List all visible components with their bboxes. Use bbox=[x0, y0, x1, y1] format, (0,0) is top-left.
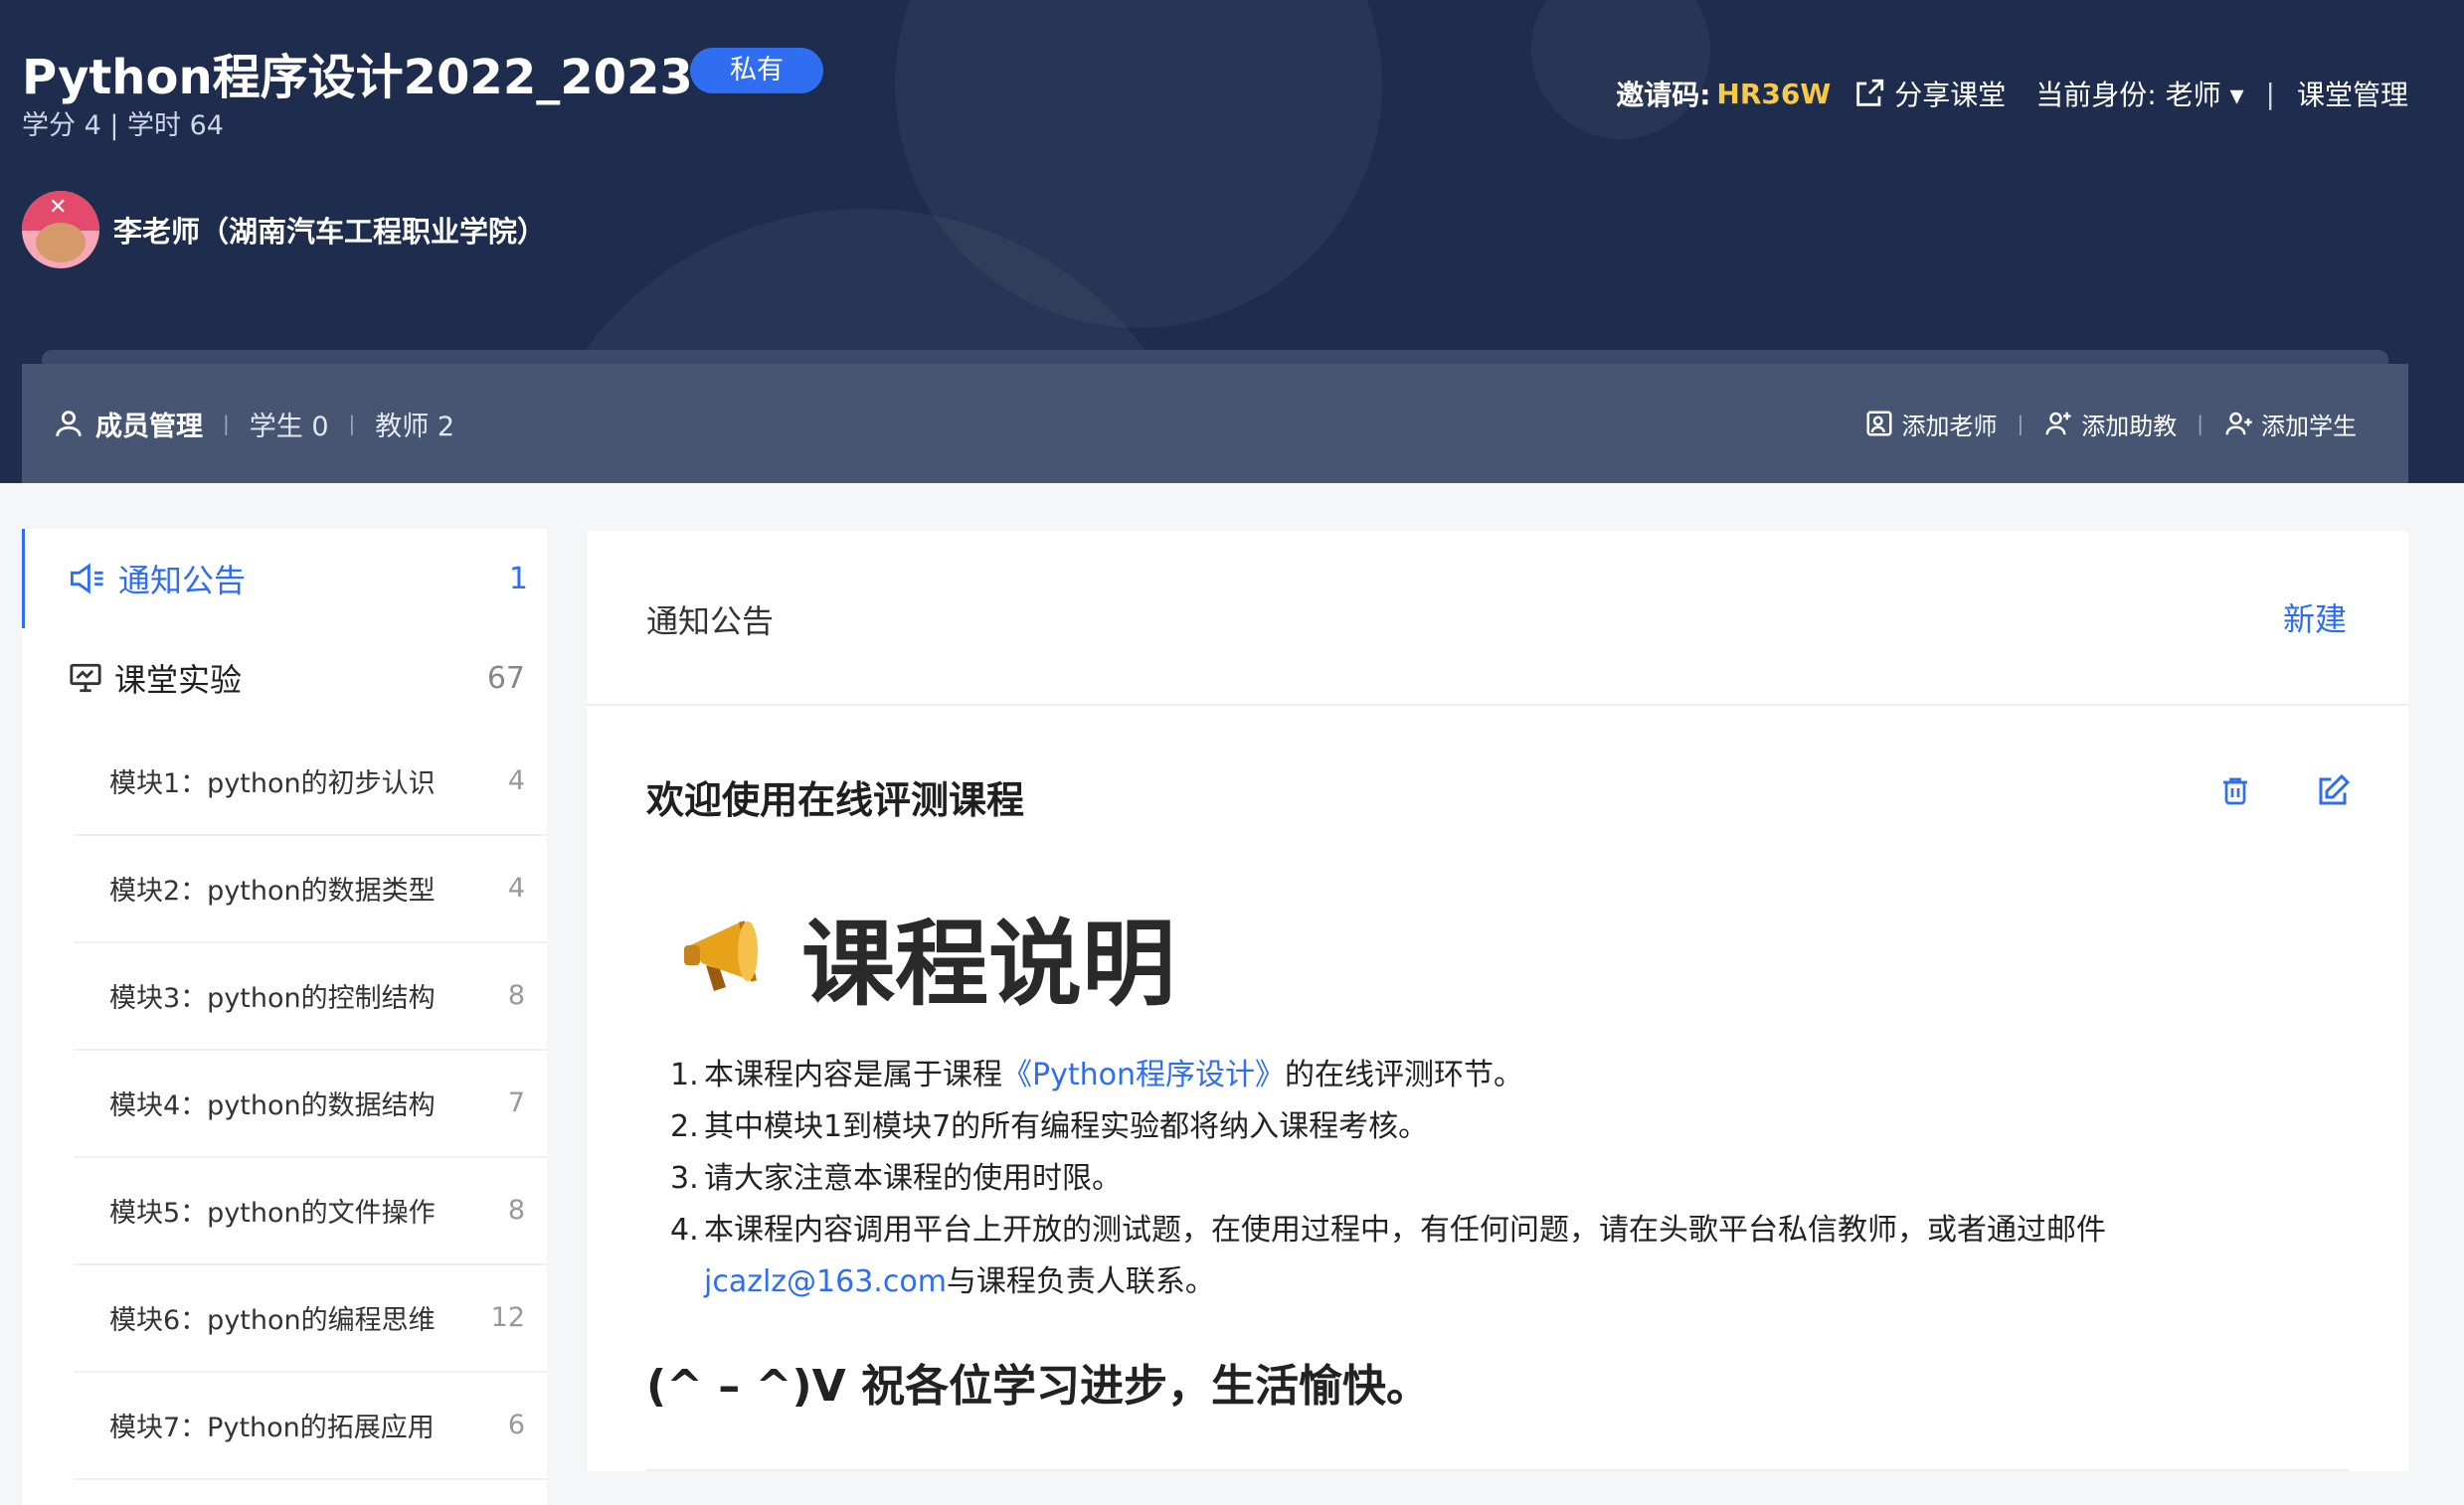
sidebar-module-5[interactable]: 模块5：python的文件操作 8 bbox=[74, 1157, 547, 1265]
share-label: 分享课堂 bbox=[1894, 79, 2007, 111]
class-manage-link[interactable]: 课堂管理 bbox=[2297, 74, 2408, 113]
module-label: 模块3：python的控制结构 bbox=[109, 983, 436, 1014]
megaphone-icon bbox=[71, 563, 103, 594]
add-assistant-icon bbox=[2045, 412, 2071, 435]
role-dropdown[interactable]: 当前身份: 老师 ▾ bbox=[2035, 74, 2243, 113]
list-text: 本课程内容调用平台上开放的测试题，在使用过程中，有任何问题，请在头歌平台私信教师… bbox=[704, 1213, 2106, 1248]
sidebar-module-4[interactable]: 模块4：python的数据结构 7 bbox=[74, 1050, 547, 1158]
sidebar-item-count: 1 bbox=[508, 561, 528, 596]
teacher-name: 李老师（湖南汽车工程职业学院） bbox=[113, 215, 547, 249]
sidebar-module-3[interactable]: 模块3：python的控制结构 8 bbox=[74, 942, 547, 1051]
module-count: 6 bbox=[507, 1410, 525, 1440]
module-label: 模块7：Python的拓展应用 bbox=[109, 1413, 435, 1443]
add-assistant-button[interactable]: 添加助教 bbox=[2043, 407, 2177, 441]
list-item: 4. 本课程内容调用平台上开放的测试题，在使用过程中，有任何问题，请在头歌平台私… bbox=[670, 1205, 2321, 1308]
divider: | bbox=[348, 412, 356, 435]
module-label: 模块1：python的初步认识 bbox=[109, 768, 436, 799]
heading-text: 课程说明 bbox=[801, 911, 1176, 1019]
panel-title: 通知公告 bbox=[646, 602, 775, 640]
module-count: 8 bbox=[507, 1195, 525, 1226]
sidebar-module-6[interactable]: 模块6：python的编程思维 12 bbox=[74, 1264, 547, 1373]
announcement-panel: 通知公告 新建 欢迎使用在线评测课程 课程说明 1. 本课程内容是属于课程《Py… bbox=[587, 531, 2408, 1471]
add-teacher-icon bbox=[1866, 411, 1891, 436]
list-item: 2. 其中模块1到模块7的所有编程实验都将纳入课程考核。 bbox=[670, 1101, 2321, 1153]
megaphone-icon bbox=[684, 920, 758, 991]
course-meta: 学分 4 | 学时 64 bbox=[22, 110, 224, 141]
avatar[interactable]: ✕ bbox=[22, 191, 99, 268]
add-student-button[interactable]: 添加学生 bbox=[2223, 407, 2357, 441]
new-announcement-button[interactable]: 新建 bbox=[2283, 594, 2347, 640]
sidebar: 通知公告 1 课堂实验 67 模块1：python的初步认识 4 模块2：pyt… bbox=[22, 529, 547, 1505]
module-count: 4 bbox=[507, 873, 525, 904]
sidebar-item-announcements[interactable]: 通知公告 1 bbox=[22, 529, 550, 628]
divider: | bbox=[223, 412, 230, 435]
invite-label: 邀请码: bbox=[1616, 79, 1711, 111]
list-text: 其中模块1到模块7的所有编程实验都将纳入课程考核。 bbox=[704, 1109, 1429, 1144]
course-title: Python程序设计2022_2023 bbox=[22, 50, 693, 105]
sidebar-module-1[interactable]: 模块1：python的初步认识 4 bbox=[74, 728, 547, 836]
list-number: 4. bbox=[670, 1213, 699, 1248]
trash-icon[interactable] bbox=[2217, 773, 2253, 809]
module-count: 7 bbox=[507, 1087, 525, 1118]
module-count: 8 bbox=[507, 980, 525, 1011]
panel-header: 通知公告 新建 bbox=[587, 531, 2408, 706]
list-text: 请大家注意本课程的使用时限。 bbox=[704, 1161, 1122, 1196]
edit-icon[interactable] bbox=[2315, 773, 2351, 809]
module-label: 模块5：python的文件操作 bbox=[109, 1198, 436, 1229]
announcement-heading: 课程说明 bbox=[682, 889, 1175, 1024]
module-label: 模块2：python的数据类型 bbox=[109, 876, 436, 907]
share-icon bbox=[1856, 79, 1884, 106]
add-assistant-label: 添加助教 bbox=[2081, 412, 2178, 440]
add-student-icon bbox=[2225, 412, 2252, 435]
divider bbox=[646, 1469, 2349, 1471]
members-bar: 成员管理 | 学生 0 | 教师 2 添加老师 | 添加助教 | 添加学生 bbox=[22, 364, 2408, 483]
list-number: 3. bbox=[670, 1161, 699, 1196]
sidebar-item-label: 课堂实验 bbox=[114, 661, 243, 699]
closing-text: (^ – ^)V 祝各位学习进步，生活愉快。 bbox=[646, 1361, 1430, 1412]
sidebar-item-count: 67 bbox=[486, 660, 525, 696]
add-teacher-button[interactable]: 添加老师 bbox=[1864, 407, 1998, 441]
announcement-title: 欢迎使用在线评测课程 bbox=[646, 778, 1025, 822]
module-count: 12 bbox=[490, 1302, 525, 1333]
module-label: 模块6：python的编程思维 bbox=[109, 1305, 436, 1336]
module-label: 模块4：python的数据结构 bbox=[109, 1090, 436, 1121]
module-count: 4 bbox=[507, 765, 525, 796]
bg-circle bbox=[1531, 0, 1710, 139]
list-text: 的在线评测环节。 bbox=[1285, 1058, 1523, 1092]
list-number: 2. bbox=[670, 1109, 699, 1144]
list-item: 3. 请大家注意本课程的使用时限。 bbox=[670, 1153, 2321, 1205]
course-link[interactable]: 《Python程序设计》 bbox=[1002, 1058, 1285, 1092]
private-badge: 私有 bbox=[690, 48, 823, 93]
list-text: 与课程负责人联系。 bbox=[946, 1264, 1215, 1299]
sidebar-module-7[interactable]: 模块7：Python的拓展应用 6 bbox=[74, 1372, 547, 1480]
announcement-list: 1. 本课程内容是属于课程《Python程序设计》的在线评测环节。 2. 其中模… bbox=[670, 1050, 2321, 1308]
teacher-count[interactable]: 教师 2 bbox=[375, 405, 454, 443]
divider: | bbox=[2017, 412, 2024, 435]
sidebar-module-2[interactable]: 模块2：python的数据类型 4 bbox=[74, 835, 547, 943]
invite-code[interactable]: HR36W bbox=[1716, 78, 1831, 110]
divider: | bbox=[2265, 77, 2275, 110]
list-text: 本课程内容是属于课程 bbox=[704, 1058, 1002, 1092]
teacher-info: ✕ 李老师（湖南汽车工程职业学院） bbox=[22, 191, 546, 268]
sidebar-item-label: 通知公告 bbox=[118, 562, 247, 599]
student-count[interactable]: 学生 0 bbox=[250, 405, 329, 443]
list-number: 1. bbox=[670, 1058, 699, 1092]
user-icon bbox=[56, 411, 82, 436]
list-item: 1. 本课程内容是属于课程《Python程序设计》的在线评测环节。 bbox=[670, 1050, 2321, 1101]
email-link[interactable]: jcazlz@163.com bbox=[704, 1264, 947, 1299]
divider: | bbox=[2197, 412, 2203, 435]
header-actions: 邀请码: HR36W 分享课堂 当前身份: 老师 ▾ | 课堂管理 bbox=[1616, 74, 2408, 113]
members-title[interactable]: 成员管理 bbox=[95, 405, 203, 443]
presentation-icon bbox=[70, 663, 101, 693]
add-teacher-label: 添加老师 bbox=[1901, 412, 1998, 440]
share-class-button[interactable]: 分享课堂 bbox=[1852, 74, 2006, 113]
add-student-label: 添加学生 bbox=[2261, 412, 2357, 440]
sidebar-item-labs[interactable]: 课堂实验 67 bbox=[22, 628, 547, 728]
